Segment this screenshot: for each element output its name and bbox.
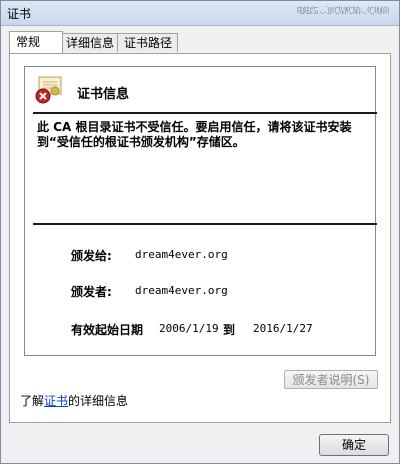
watermark-text: BBS.JCWCN.COM — [297, 5, 389, 16]
valid-to-value: 2016/1/27 — [253, 322, 313, 335]
issued-to-label: 颁发给: — [71, 249, 112, 263]
learn-more-certificate-link[interactable]: 证书 — [44, 394, 68, 408]
certificate-error-icon — [35, 76, 62, 104]
certificate-info-box: 证书信息 此 CA 根目录证书不受信任。要启用信任，请将该证书安装到“受信任的根… — [24, 66, 377, 356]
issued-by-value: dream4ever.org — [135, 284, 228, 297]
validity-to-label: 到 — [223, 323, 236, 337]
learn-more-row: 了解证书的详细信息 — [20, 392, 128, 409]
tab-general[interactable]: 常规 — [9, 31, 63, 53]
divider — [33, 223, 377, 225]
learn-more-prefix: 了解 — [20, 394, 45, 408]
certificate-dialog: 证书 BBS.JCWCN.COM 常规 详细信息 证书路径 证书信息 此 CA … — [0, 0, 400, 464]
ok-button[interactable]: 确定 — [319, 434, 389, 456]
title-bar: 证书 BBS.JCWCN.COM — [1, 1, 399, 26]
issued-to-value: dream4ever.org — [135, 248, 228, 261]
learn-more-suffix: 的详细信息 — [68, 394, 129, 408]
general-tab-panel: 证书信息 此 CA 根目录证书不受信任。要启用信任，请将该证书安装到“受信任的根… — [9, 53, 391, 423]
valid-from-value: 2006/1/19 — [159, 322, 219, 335]
certificate-info-heading: 证书信息 — [77, 87, 130, 102]
trust-warning-text: 此 CA 根目录证书不受信任。要启用信任，请将该证书安装到“受信任的根证书颁发机… — [37, 120, 352, 149]
divider — [33, 112, 377, 114]
tab-details[interactable]: 详细信息 — [59, 33, 120, 52]
validity-label: 有效起始日期 — [71, 323, 144, 337]
tab-certification-path[interactable]: 证书路径 — [117, 33, 178, 52]
issuer-statement-button[interactable]: 颁发者说明(S) — [284, 370, 378, 389]
window-title: 证书 — [7, 7, 32, 21]
issued-by-label: 颁发者: — [71, 285, 112, 299]
